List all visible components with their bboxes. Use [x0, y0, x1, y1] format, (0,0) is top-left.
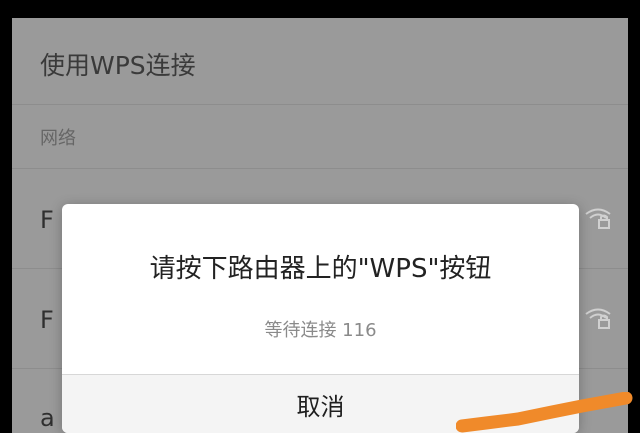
annotation-stroke: [456, 392, 633, 433]
wps-countdown-status: 等待连接 116: [264, 320, 377, 341]
wifi-lock-icon: [585, 208, 611, 229]
divider: [12, 168, 628, 169]
network-section-label: 网络: [40, 128, 76, 149]
network-item[interactable]: F: [40, 306, 54, 334]
wifi-lock-icon: [585, 308, 611, 329]
divider: [12, 104, 628, 105]
screen-edge: [628, 0, 640, 433]
page-title: 使用WPS连接: [40, 51, 196, 80]
network-item[interactable]: a: [40, 404, 55, 432]
network-item[interactable]: F: [40, 206, 54, 234]
dialog-title: 请按下路由器上的"WPS"按钮: [149, 254, 492, 284]
